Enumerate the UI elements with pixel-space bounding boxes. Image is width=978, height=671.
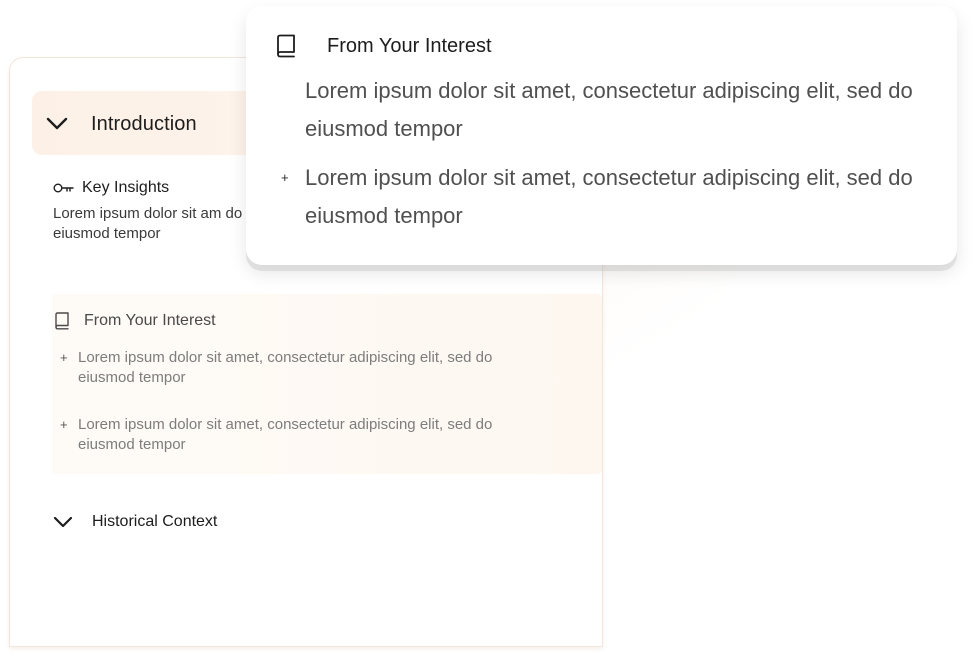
historical-context-toggle[interactable]: Historical Context: [52, 513, 217, 531]
interest-item-text: Lorem ipsum dolor sit amet, consectetur …: [78, 416, 493, 453]
historical-context-label: Historical Context: [92, 513, 218, 530]
stage: Introduction Key Insights Lorem ipsum do…: [0, 0, 978, 671]
key-icon: [53, 183, 74, 193]
interest-item-text: Lorem ipsum dolor sit amet, consectetur …: [78, 349, 493, 386]
interest-title: From Your Interest: [84, 312, 216, 329]
interest-item: + Lorem ipsum dolor sit amet, consectetu…: [60, 415, 560, 455]
popup-item: Lorem ipsum dolor sit amet, consectetur …: [281, 72, 931, 148]
popup-item: + Lorem ipsum dolor sit amet, consectetu…: [281, 159, 931, 235]
introduction-label: Introduction: [91, 113, 197, 135]
popup-item-text: Lorem ipsum dolor sit amet, consectetur …: [305, 165, 913, 228]
plus-icon: [281, 72, 305, 148]
interest-item: + Lorem ipsum dolor sit amet, consectetu…: [60, 348, 560, 388]
plus-icon: +: [60, 350, 68, 365]
book-icon: [277, 34, 295, 58]
chevron-down-icon: [53, 516, 73, 528]
key-insights-title: Key Insights: [82, 179, 170, 196]
popup-title: From Your Interest: [327, 34, 492, 57]
plus-icon: +: [281, 170, 289, 185]
plus-icon: +: [60, 417, 68, 432]
popup-item-text: Lorem ipsum dolor sit amet, consectetur …: [305, 78, 913, 141]
book-icon: [55, 312, 69, 330]
interest-popup-card: From Your Interest Lorem ipsum dolor sit…: [246, 6, 957, 265]
interest-panel: From Your Interest + Lorem ipsum dolor s…: [52, 294, 602, 474]
chevron-down-icon: [46, 117, 68, 130]
